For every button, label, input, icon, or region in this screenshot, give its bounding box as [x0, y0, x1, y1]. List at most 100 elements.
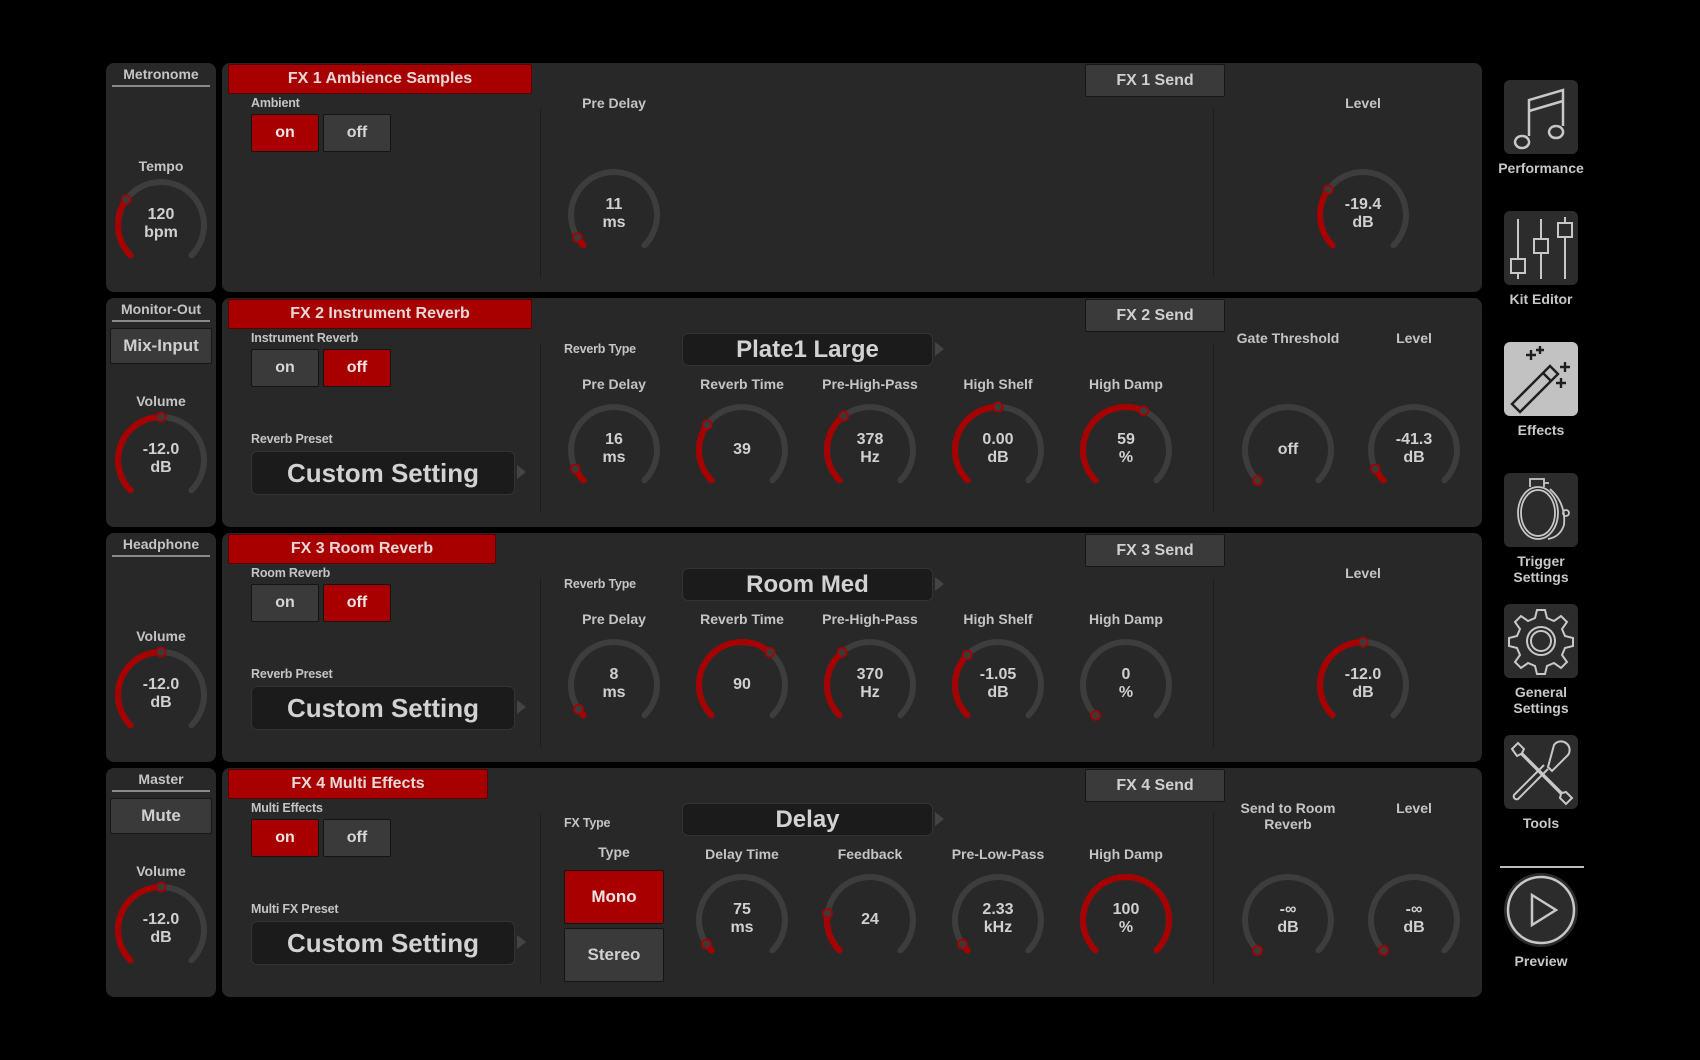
level-knob[interactable]: -∞ dB [1364, 870, 1464, 970]
nav-effects[interactable]: Effects [1495, 342, 1587, 438]
knob-handle[interactable] [836, 646, 848, 658]
level-knob[interactable]: -41.3 dB [1364, 400, 1464, 500]
fx4-preset-select[interactable]: Custom Setting [251, 921, 515, 965]
reverb-time-knob[interactable]: 39 [692, 400, 792, 500]
pre-high-pass-knob[interactable]: 370 Hz [820, 635, 920, 735]
fx2-title: FX 2 Instrument Reverb [228, 299, 532, 329]
high-damp-knob[interactable]: 59% [1076, 400, 1176, 500]
volume-knob[interactable]: -12.0 dB [111, 410, 211, 510]
fx2-off-button[interactable]: off [323, 349, 391, 387]
level-knob[interactable]: -12.0 dB [1313, 635, 1413, 735]
fx4-on-button[interactable]: on [251, 819, 319, 857]
mix-input-button[interactable]: Mix-Input [110, 328, 212, 364]
nav-trigger-settings[interactable]: Trigger Settings [1495, 473, 1587, 585]
drum-pad-icon[interactable] [1504, 473, 1578, 547]
type-next-arrow-icon[interactable] [935, 577, 944, 591]
preset-next-arrow-icon[interactable] [517, 700, 526, 714]
magic-wand-icon[interactable] [1504, 342, 1578, 416]
knob-handle[interactable] [120, 194, 132, 206]
high-damp-knob[interactable]: 0% [1076, 635, 1176, 735]
nav-preview[interactable]: Preview [1495, 873, 1587, 969]
knob-handle[interactable] [1357, 636, 1369, 648]
fx2-send-button[interactable]: FX 2 Send [1085, 299, 1225, 332]
knob-handle[interactable] [701, 938, 712, 950]
fx4-send-button[interactable]: FX 4 Send [1085, 769, 1225, 802]
knob-value-unit: dB [1403, 449, 1425, 466]
play-icon[interactable] [1504, 873, 1578, 947]
high-shelf-knob[interactable]: 0.00 dB [948, 400, 1048, 500]
knob-handle[interactable] [838, 410, 850, 422]
knob-value: 370 Hz [820, 666, 920, 702]
preset-label: Reverb Preset [251, 667, 333, 681]
gear-icon[interactable] [1504, 604, 1578, 678]
knob-handle[interactable] [1378, 945, 1389, 956]
high-damp-knob[interactable]: 100% [1076, 870, 1176, 970]
nav-label: Tools [1522, 815, 1560, 831]
reverb-time-knob[interactable]: 90 [692, 635, 792, 735]
output-type-mono-button[interactable]: Mono [564, 870, 664, 924]
send-knob-label: Level [1345, 95, 1381, 111]
high-shelf-knob[interactable]: -1.05 dB [948, 635, 1048, 735]
fx4-type-select[interactable]: Delay [682, 803, 933, 836]
knob-label: Pre Delay [582, 376, 646, 392]
knob-handle[interactable] [155, 646, 167, 658]
fx1-off-button[interactable]: off [323, 114, 391, 152]
knob-handle[interactable] [957, 938, 968, 950]
fx1-on-button[interactable]: on [251, 114, 319, 152]
pre-delay-knob[interactable]: 11 ms [564, 165, 664, 265]
output-type-stereo-button[interactable]: Stereo [564, 928, 664, 982]
fx2-preset-select[interactable]: Custom Setting [251, 451, 515, 495]
knob-handle[interactable] [992, 401, 1004, 413]
knob-handle[interactable] [573, 703, 584, 715]
fx3-send-button[interactable]: FX 3 Send [1085, 534, 1225, 567]
nav-label: Effects [1517, 422, 1565, 438]
type-next-arrow-icon[interactable] [935, 812, 944, 826]
fx3-preset-select[interactable]: Custom Setting [251, 686, 515, 730]
knob-handle[interactable] [1252, 475, 1263, 486]
level-knob[interactable]: -19.4 dB [1313, 165, 1413, 265]
preset-next-arrow-icon[interactable] [517, 465, 526, 479]
nav-performance[interactable]: Performance [1495, 80, 1587, 176]
fx3-type-select[interactable]: Room Med [682, 568, 933, 601]
fx4-off-button[interactable]: off [323, 819, 391, 857]
tools-icon[interactable] [1504, 735, 1578, 809]
knob-handle[interactable] [155, 881, 167, 893]
knob-handle[interactable] [961, 649, 973, 661]
gate-threshold-knob[interactable]: off [1238, 400, 1338, 500]
nav-general-settings[interactable]: General Settings [1495, 604, 1587, 716]
fx2-on-button[interactable]: on [251, 349, 319, 387]
fx1-send-button[interactable]: FX 1 Send [1085, 64, 1225, 97]
knob-handle[interactable] [764, 646, 776, 658]
send-to-room-reverb-knob[interactable]: -∞ dB [1238, 870, 1338, 970]
type-next-arrow-icon[interactable] [935, 342, 944, 356]
fx3-on-button[interactable]: on [251, 584, 319, 622]
knob-handle[interactable] [1138, 405, 1150, 417]
pre-delay-knob[interactable]: 8 ms [564, 635, 664, 735]
delay-time-knob[interactable]: 75 ms [692, 870, 792, 970]
volume-knob[interactable]: -12.0 dB [111, 880, 211, 980]
knob-handle[interactable] [155, 411, 167, 423]
knob-handle[interactable] [571, 232, 583, 243]
tempo-knob[interactable]: 120 bpm [111, 175, 211, 275]
fx3-off-button[interactable]: off [323, 584, 391, 622]
pre-delay-knob[interactable]: 16 ms [564, 400, 664, 500]
fx2-type-select[interactable]: Plate1 Large [682, 333, 933, 366]
music-note-icon[interactable] [1504, 80, 1578, 154]
knob-value-number: -12.0 [142, 441, 180, 458]
nav-tools[interactable]: Tools [1495, 735, 1587, 831]
volume-knob[interactable]: -12.0 dB [111, 645, 211, 745]
feedback-knob[interactable]: 24 [820, 870, 920, 970]
knob-handle[interactable] [1252, 945, 1263, 956]
section-divider [540, 108, 541, 278]
pre-high-pass-knob[interactable]: 378 Hz [820, 400, 920, 500]
knob-handle[interactable] [701, 419, 713, 431]
knob-label: Tempo [138, 158, 184, 174]
pre-low-pass-knob[interactable]: 2.33 kHz [948, 870, 1048, 970]
sliders-icon[interactable] [1504, 211, 1578, 285]
knob-handle[interactable] [1090, 710, 1101, 721]
knob-handle[interactable] [1322, 184, 1334, 196]
preset-next-arrow-icon[interactable] [517, 935, 526, 949]
nav-kit-editor[interactable]: Kit Editor [1495, 211, 1587, 307]
knob-value: 39 [692, 441, 792, 459]
mute-button[interactable]: Mute [110, 798, 212, 834]
